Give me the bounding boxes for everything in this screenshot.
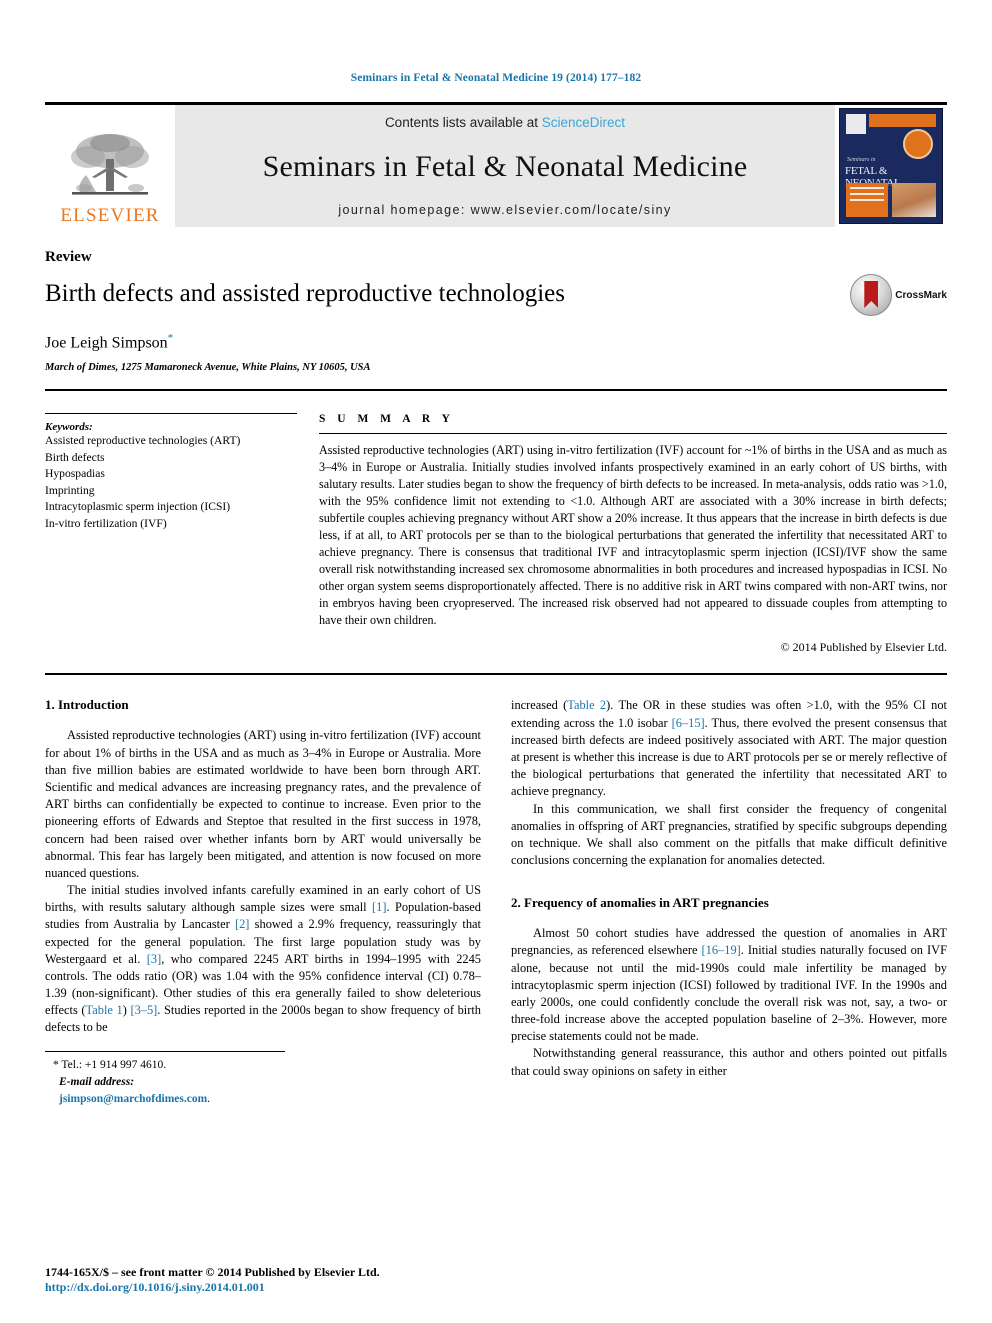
text-run: increased ( (511, 698, 568, 713)
section-heading-frequency: 2. Frequency of anomalies in ART pregnan… (511, 895, 769, 911)
crossmark-label: CrossMark (895, 289, 947, 301)
summary-divider (319, 433, 947, 435)
masthead-center: Contents lists available at ScienceDirec… (175, 105, 835, 227)
abstract-area: Keywords: Assisted reproductive technolo… (45, 413, 947, 655)
right-paragraph-1: increased (Table 2). The OR in these stu… (511, 697, 947, 800)
summary-copyright: © 2014 Published by Elsevier Ltd. (780, 640, 947, 655)
right-paragraph-2: In this communication, we shall first co… (511, 801, 947, 868)
intro-paragraph-1: Assisted reproductive technologies (ART)… (45, 728, 481, 880)
author-footnote-marker[interactable]: * (168, 332, 174, 344)
elsevier-logo: ELSEVIER (45, 105, 175, 227)
title-row: Birth defects and assisted reproductive … (45, 266, 947, 316)
body-columns: 1. Introduction Assisted reproductive te… (45, 697, 947, 1108)
page-footer: 1744-165X/$ – see front matter © 2014 Pu… (45, 1265, 565, 1295)
keywords-heading: Keywords: (45, 421, 93, 434)
text-run: . Initial studies naturally focused on I… (511, 943, 948, 1044)
keywords-column: Keywords: Assisted reproductive technolo… (45, 413, 297, 655)
table-link[interactable]: Table 1 (86, 1003, 123, 1017)
cover-image: Seminars in FETAL & NEONATAL medicine (839, 108, 943, 224)
frequency-paragraph-2: Notwithstanding general reassurance, thi… (511, 1046, 947, 1078)
contents-prefix: Contents lists available at (384, 115, 542, 130)
header-divider (45, 389, 947, 392)
correspondence-footnote: * Tel.: +1 914 997 4610. E-mail address:… (45, 1050, 285, 1109)
article-page: Seminars in Fetal & Neonatal Medicine 19… (0, 0, 992, 1323)
footnote-email-label: E-mail address: (59, 1075, 135, 1088)
section-heading-introduction: 1. Introduction (45, 697, 129, 713)
keyword-item: Imprinting (45, 483, 95, 497)
citation-link[interactable]: [3–5] (130, 1003, 157, 1017)
crossmark-badge[interactable]: CrossMark (850, 274, 947, 316)
keyword-item: Birth defects (45, 450, 105, 464)
summary-column: S U M M A R Y Assisted reproductive tech… (319, 413, 947, 655)
contents-available-line: Contents lists available at ScienceDirec… (385, 115, 625, 130)
frequency-paragraph-1: Almost 50 cohort studies have addressed … (511, 925, 947, 1045)
article-type: Review (45, 249, 92, 265)
issn-line: 1744-165X/$ – see front matter © 2014 Pu… (45, 1265, 380, 1279)
keywords-list: Assisted reproductive technologies (ART)… (45, 433, 297, 532)
keyword-item: Hypospadias (45, 467, 105, 481)
email-link[interactable]: jsimpson@marchofdimes.com (59, 1093, 207, 1105)
journal-masthead: ELSEVIER Contents lists available at Sci… (45, 102, 947, 227)
running-head: Seminars in Fetal & Neonatal Medicine 19… (350, 72, 642, 84)
citation-link[interactable]: [16–19] (702, 943, 741, 957)
footnote-email: E-mail address: jsimpson@marchofdimes.co… (45, 1074, 285, 1109)
keyword-item: Intracytoplasmic sperm injection (ICSI) (45, 500, 231, 514)
citation-link[interactable]: [6–15] (672, 716, 705, 730)
author-affiliation: March of Dimes, 1275 Mamaroneck Avenue, … (45, 362, 371, 374)
page-title: Birth defects and assisted reproductive … (45, 280, 565, 307)
summary-heading: S U M M A R Y (319, 413, 455, 426)
keyword-item: Assisted reproductive technologies (ART) (45, 434, 241, 448)
summary-text: Assisted reproductive technologies (ART)… (319, 443, 947, 627)
footnote-marker: * (53, 1058, 59, 1071)
keyword-item: In-vitro fertilization (IVF) (45, 516, 167, 530)
footnote-tel: * Tel.: +1 914 997 4610. (45, 1057, 285, 1074)
journal-title: Seminars in Fetal & Neonatal Medicine (262, 149, 748, 183)
citation-link[interactable]: [2] (235, 917, 249, 931)
author-label: Joe Leigh Simpson (45, 334, 168, 352)
author-name: Joe Leigh Simpson* (45, 332, 947, 352)
cover-title-line1: Seminars in (847, 157, 876, 163)
abstract-bottom-divider (45, 673, 947, 676)
elsevier-tree-icon (71, 134, 149, 195)
crossmark-icon (850, 274, 893, 316)
right-column: increased (Table 2). The OR in these stu… (511, 697, 947, 1108)
citation-link[interactable]: [1] (372, 900, 386, 914)
elsevier-wordmark: ELSEVIER (60, 205, 160, 226)
table-link[interactable]: Table 2 (567, 698, 606, 712)
footnote-tel-text: Tel.: +1 914 997 4610. (61, 1058, 167, 1071)
cover-orange-bar (869, 114, 936, 127)
sciencedirect-link[interactable]: ScienceDirect (542, 115, 625, 130)
cover-photo (892, 183, 936, 217)
left-column: 1. Introduction Assisted reproductive te… (45, 697, 481, 1108)
keywords-divider (45, 413, 297, 415)
intro-paragraph-2: The initial studies involved infants car… (45, 882, 481, 1037)
cover-seal-icon (903, 129, 933, 159)
journal-cover-thumbnail: Seminars in FETAL & NEONATAL medicine (835, 105, 947, 227)
cover-label-box (846, 183, 888, 217)
journal-homepage-link[interactable]: journal homepage: www.elsevier.com/locat… (338, 203, 671, 217)
citation-link[interactable]: [3] (147, 952, 161, 966)
cover-elsevier-mark (846, 114, 866, 134)
doi-link[interactable]: http://dx.doi.org/10.1016/j.siny.2014.01… (45, 1280, 565, 1295)
footnote-email-suffix: . (207, 1093, 211, 1106)
